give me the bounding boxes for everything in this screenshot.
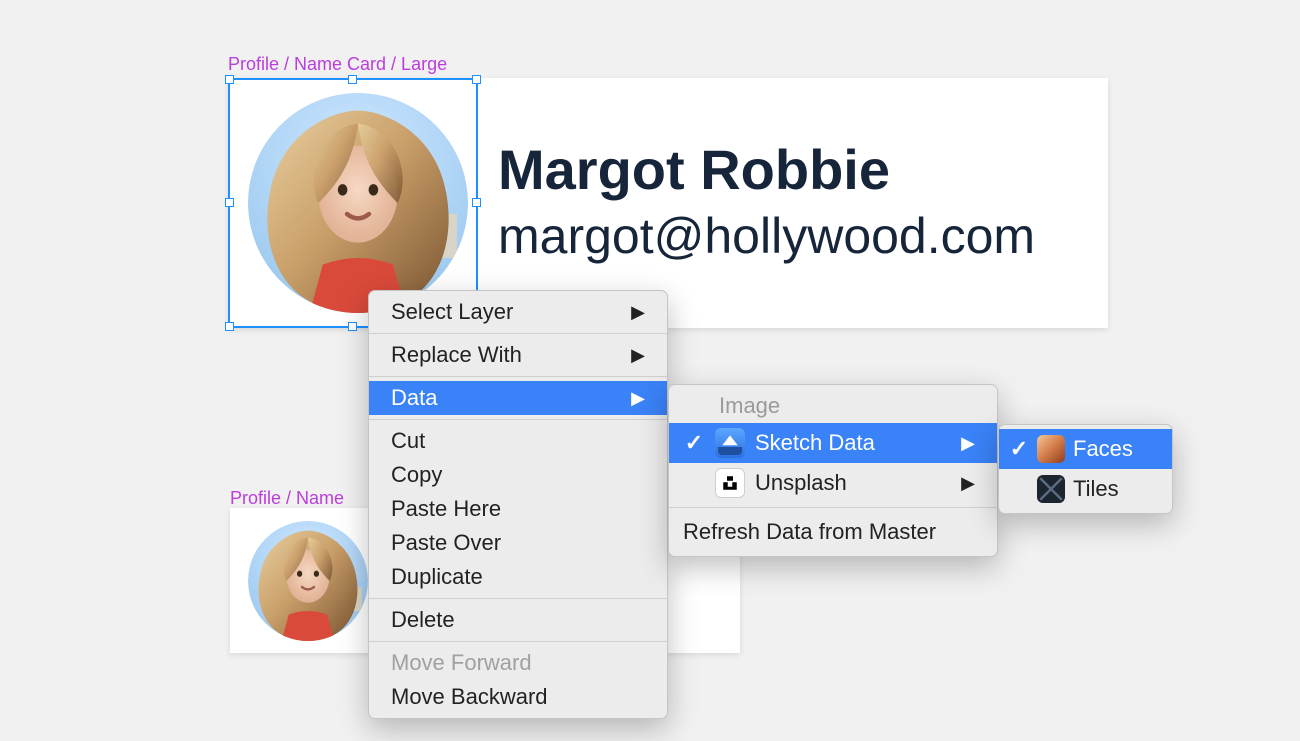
unsplash-icon (715, 468, 745, 498)
chevron-right-icon: ▶ (961, 473, 975, 494)
menu-label: Duplicate (391, 564, 483, 590)
submenu-label: Unsplash (755, 470, 847, 496)
data-submenu: Image ✓ Sketch Data ▶ Unsplash ▶ Refresh… (668, 384, 998, 557)
menu-item-cut[interactable]: Cut (369, 424, 667, 458)
menu-separator (669, 507, 997, 508)
submenu-label: Faces (1073, 436, 1133, 462)
layer-tag-large[interactable]: Profile / Name Card / Large (228, 54, 447, 75)
sketch-data-submenu: ✓ Faces Tiles (998, 424, 1173, 514)
sketch-data-icon (715, 428, 745, 458)
submenu-item-sketch-data[interactable]: ✓ Sketch Data ▶ (669, 423, 997, 463)
chevron-right-icon: ▶ (631, 302, 645, 323)
menu-item-duplicate[interactable]: Duplicate (369, 560, 667, 594)
avatar[interactable] (248, 521, 368, 641)
menu-separator (369, 333, 667, 334)
chevron-right-icon: ▶ (631, 345, 645, 366)
menu-separator (369, 641, 667, 642)
menu-label: Move Forward (391, 650, 532, 676)
layer-tag-small[interactable]: Profile / Name (230, 488, 344, 509)
menu-label: Delete (391, 607, 455, 633)
menu-label: Copy (391, 462, 442, 488)
menu-item-data[interactable]: Data ▶ (369, 381, 667, 415)
check-icon: ✓ (683, 430, 705, 456)
submenu-item-faces[interactable]: ✓ Faces (999, 429, 1172, 469)
submenu-item-refresh[interactable]: Refresh Data from Master (669, 512, 997, 552)
profile-name: Margot Robbie (498, 141, 1035, 200)
menu-item-delete[interactable]: Delete (369, 603, 667, 637)
menu-item-select-layer[interactable]: Select Layer ▶ (369, 295, 667, 329)
profile-name-card-large[interactable]: Margot Robbie margot@hollywood.com (228, 78, 1108, 328)
menu-separator (369, 419, 667, 420)
check-icon: ✓ (1009, 436, 1029, 462)
menu-item-replace-with[interactable]: Replace With ▶ (369, 338, 667, 372)
menu-item-paste-over[interactable]: Paste Over (369, 526, 667, 560)
menu-item-copy[interactable]: Copy (369, 458, 667, 492)
faces-thumbnail-icon (1037, 435, 1065, 463)
menu-label: Data (391, 385, 437, 411)
menu-item-paste-here[interactable]: Paste Here (369, 492, 667, 526)
card-details: Margot Robbie margot@hollywood.com (498, 141, 1035, 266)
chevron-right-icon: ▶ (631, 388, 645, 409)
context-menu: Select Layer ▶ Replace With ▶ Data ▶ Cut… (368, 290, 668, 719)
submenu-label: Refresh Data from Master (683, 519, 936, 545)
menu-label: Cut (391, 428, 425, 454)
menu-label: Paste Here (391, 496, 501, 522)
menu-separator (369, 598, 667, 599)
menu-label: Paste Over (391, 530, 501, 556)
submenu-item-unsplash[interactable]: Unsplash ▶ (669, 463, 997, 503)
avatar[interactable] (248, 93, 468, 313)
submenu-item-tiles[interactable]: Tiles (999, 469, 1172, 509)
submenu-label: Tiles (1073, 476, 1119, 502)
menu-label: Move Backward (391, 684, 548, 710)
chevron-right-icon: ▶ (961, 433, 975, 454)
submenu-label: Sketch Data (755, 430, 875, 456)
menu-label: Select Layer (391, 299, 513, 325)
menu-separator (369, 376, 667, 377)
menu-item-move-backward[interactable]: Move Backward (369, 680, 667, 714)
tiles-thumbnail-icon (1037, 475, 1065, 503)
menu-label: Replace With (391, 342, 522, 368)
submenu-heading: Image (669, 389, 997, 423)
menu-item-move-forward: Move Forward (369, 646, 667, 680)
profile-email: margot@hollywood.com (498, 207, 1035, 265)
